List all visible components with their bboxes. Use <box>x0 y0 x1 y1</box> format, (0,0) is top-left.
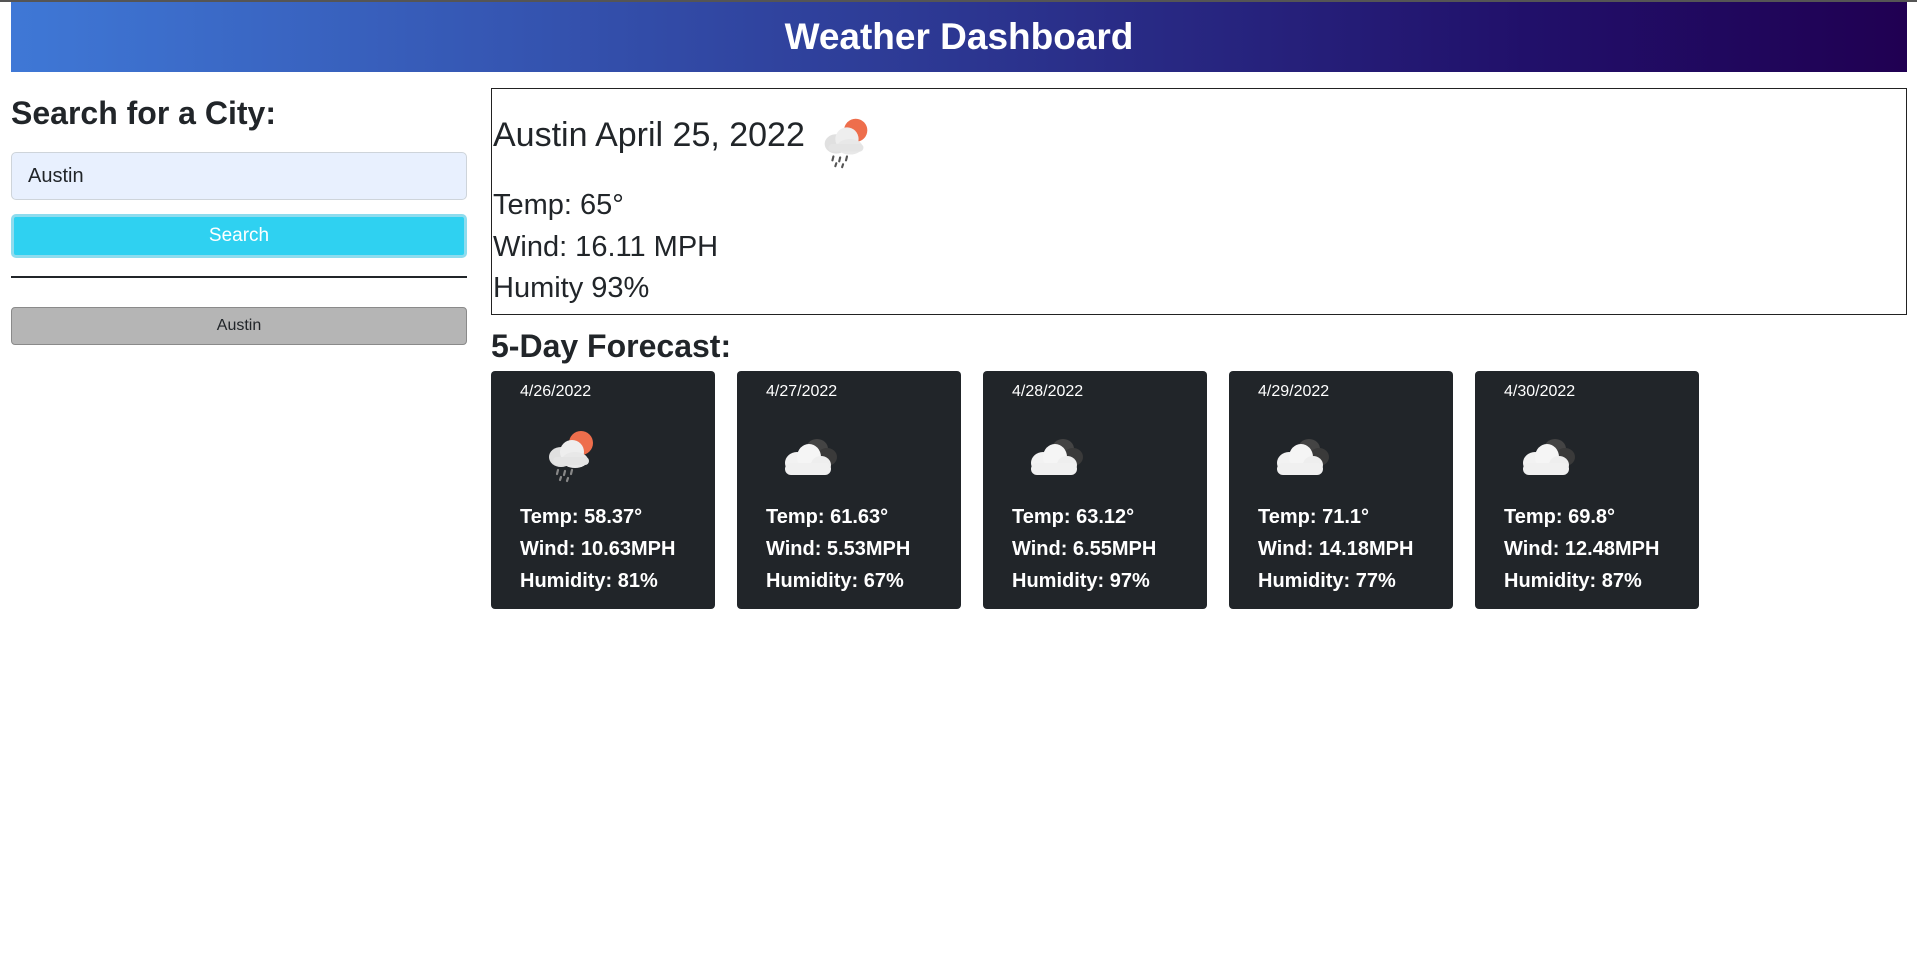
broken-clouds-icon <box>785 439 837 475</box>
forecast-humidity: Humidity: 77% <box>1258 570 1396 592</box>
forecast-temp: Temp: 61.63° <box>766 506 889 528</box>
forecast-wind: Wind: 14.18MPH <box>1258 538 1414 560</box>
current-wind: Wind: 16.11 MPH <box>493 231 719 263</box>
forecast-temp: Temp: 58.37° <box>520 506 643 528</box>
rain-cloud-sun-icon <box>824 118 868 169</box>
sidebar: Search for a City: Search Austin <box>11 88 467 345</box>
forecast-humidity: Humidity: 97% <box>1012 570 1150 592</box>
search-button[interactable]: Search <box>11 214 467 258</box>
forecast-temp: Temp: 63.12° <box>1012 506 1135 528</box>
forecast-date: 4/30/2022 <box>1504 383 1576 400</box>
forecast-card: 4/29/2022 Temp: 71.1° Wind: 14.18MPH Hum… <box>1229 371 1453 609</box>
forecast-temp: Temp: 71.1° <box>1258 506 1369 528</box>
current-weather-panel: Austin April 25, 2022 Temp: 65° Wind: 16… <box>491 88 1907 315</box>
forecast-card: 4/27/2022 Temp: 61.63° Wind: 5.53MPH Hum… <box>737 371 961 609</box>
rain-cloud-sun-icon <box>549 431 593 483</box>
current-temp: Temp: 65° <box>493 189 624 221</box>
forecast-date: 4/28/2022 <box>1012 383 1084 400</box>
broken-clouds-icon <box>1031 439 1083 475</box>
search-heading: Search for a City: <box>11 95 276 131</box>
broken-clouds-icon <box>1277 439 1329 475</box>
page-title: Weather Dashboard <box>784 16 1134 57</box>
forecast-date: 4/29/2022 <box>1258 383 1330 400</box>
city-search-input[interactable] <box>11 152 467 200</box>
forecast-card: 4/30/2022 Temp: 69.8° Wind: 12.48MPH Hum… <box>1475 371 1699 609</box>
forecast-wind: Wind: 5.53MPH <box>766 538 911 560</box>
forecast-heading: 5-Day Forecast: <box>491 328 732 364</box>
forecast-wind: Wind: 10.63MPH <box>520 538 676 560</box>
history-button-austin[interactable]: Austin <box>11 307 467 345</box>
forecast-humidity: Humidity: 81% <box>520 570 658 592</box>
forecast-card: 4/26/2022 Temp: 58.37° Wind: 10.63MPH Hu… <box>491 371 715 609</box>
current-city-date: Austin April 25, 2022 <box>493 116 805 154</box>
page-header: Weather Dashboard <box>11 2 1907 72</box>
forecast-card: 4/28/2022 Temp: 63.12° Wind: 6.55MPH Hum… <box>983 371 1207 609</box>
forecast-wind: Wind: 12.48MPH <box>1504 538 1660 560</box>
forecast-wind: Wind: 6.55MPH <box>1012 538 1157 560</box>
forecast-temp: Temp: 69.8° <box>1504 506 1615 528</box>
forecast-date: 4/27/2022 <box>766 383 838 400</box>
forecast-date: 4/26/2022 <box>520 383 592 400</box>
current-humidity: Humity 93% <box>493 272 650 304</box>
sidebar-divider <box>11 276 467 278</box>
forecast-humidity: Humidity: 87% <box>1504 570 1642 592</box>
broken-clouds-icon <box>1523 439 1575 475</box>
forecast-humidity: Humidity: 67% <box>766 570 904 592</box>
